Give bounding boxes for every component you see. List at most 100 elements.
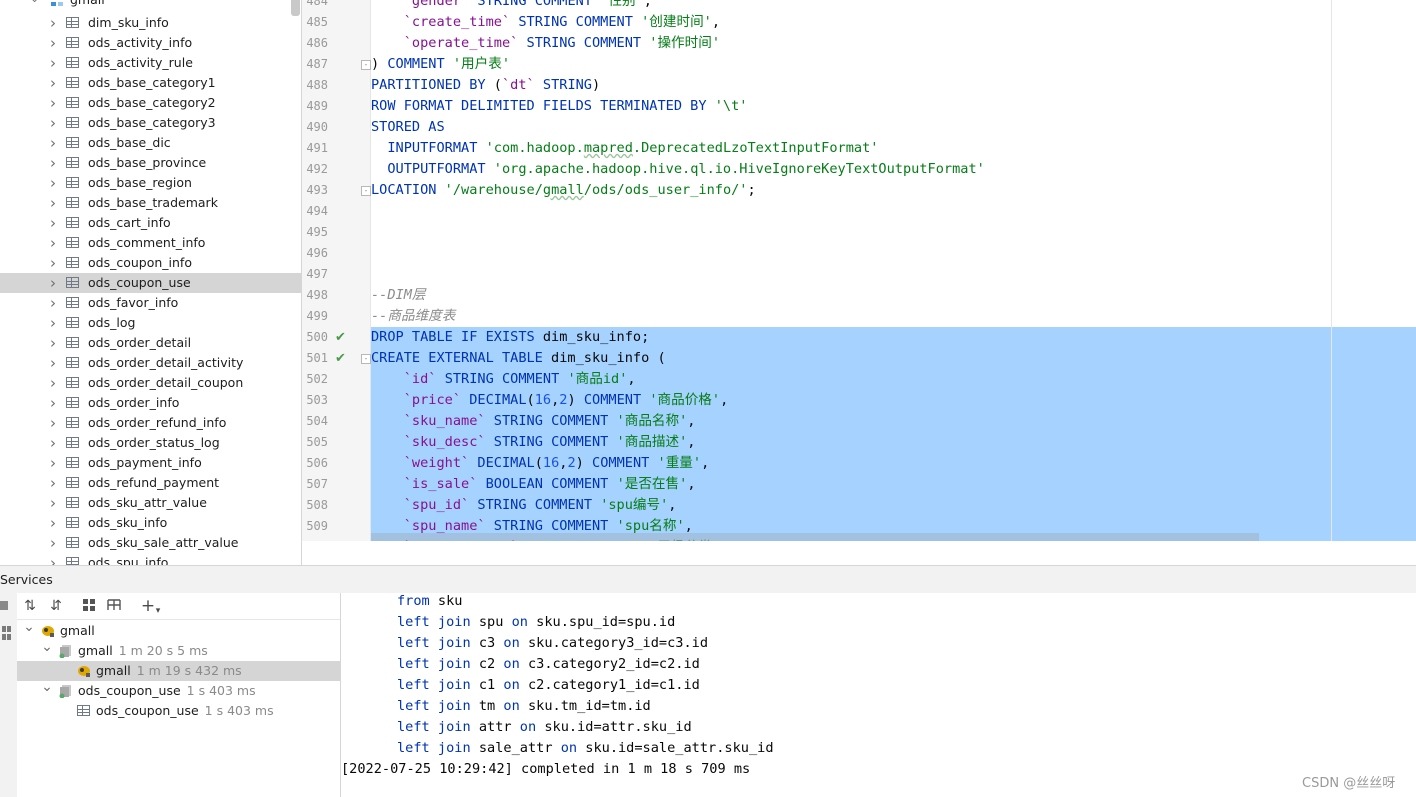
service-item[interactable]: gmall 1 m 19 s 432 ms [17,661,340,681]
chevron-down-icon[interactable]: ▾ [150,603,166,619]
tree-item[interactable]: › ods_refund_payment [0,473,301,493]
chevron-down-icon[interactable]: ⌄ [30,0,39,5]
code-line[interactable] [371,243,1416,264]
code-line[interactable]: `id` STRING COMMENT '商品id', [371,369,1416,390]
chevron-right-icon[interactable]: › [47,133,59,153]
tree-item[interactable]: › ods_order_detail [0,333,301,353]
expand-all-icon[interactable]: ⇅ [22,598,38,614]
chevron-right-icon[interactable]: › [47,433,59,453]
tree-item[interactable]: › ods_base_trademark [0,193,301,213]
tree-item[interactable]: › ods_coupon_use [0,273,301,293]
tree-item[interactable]: › ods_order_refund_info [0,413,301,433]
tree-item[interactable]: › dim_sku_info [0,13,301,33]
chevron-right-icon[interactable]: › [47,13,59,33]
code-line[interactable]: `create_time` STRING COMMENT '创建时间', [371,12,1416,33]
fold-marker-icon[interactable]: - [361,186,371,196]
tree-item[interactable]: › ods_base_province [0,153,301,173]
chevron-right-icon[interactable]: › [47,193,59,213]
code-line[interactable]: OUTPUTFORMAT 'org.apache.hadoop.hive.ql.… [371,159,1416,180]
chevron-right-icon[interactable]: › [47,453,59,473]
sql-editor[interactable]: 484 485 486 487 488 489 490 491 492 493 494 495 496 4… [302,0,1416,541]
code-line[interactable]: --商品维度表 [371,306,1416,327]
tree-item[interactable]: › ods_base_region [0,173,301,193]
chevron-right-icon[interactable]: › [47,93,59,113]
code-line[interactable] [371,222,1416,243]
chevron-right-icon[interactable]: › [47,393,59,413]
group-by-icon[interactable] [81,598,97,614]
tree-item[interactable]: › ods_coupon_info [0,253,301,273]
chevron-right-icon[interactable]: › [47,533,59,553]
code-line[interactable]: PARTITIONED BY (`dt` STRING) [371,75,1416,96]
code-line[interactable]: `weight` DECIMAL(16,2) COMMENT '重量', [371,453,1416,474]
code-line[interactable] [371,201,1416,222]
fold-marker-icon[interactable]: - [361,60,371,70]
chevron-down-icon[interactable]: ⌄ [41,640,53,654]
service-item[interactable]: ⌄ gmall [17,620,340,641]
chevron-right-icon[interactable]: › [47,293,59,313]
code-line[interactable]: `spu_id` STRING COMMENT 'spu编号', [371,495,1416,516]
chevron-right-icon[interactable]: › [47,493,59,513]
tree-item[interactable]: › ods_base_category1 [0,73,301,93]
tree-item[interactable]: › ods_order_detail_activity [0,353,301,373]
tree-item[interactable]: › ods_sku_sale_attr_value [0,533,301,553]
service-item[interactable]: ⌄ gmall 1 m 20 s 5 ms [17,640,340,661]
chevron-right-icon[interactable]: › [47,373,59,393]
tree-item[interactable]: › ods_base_dic [0,133,301,153]
chevron-right-icon[interactable]: › [47,153,59,173]
tree-item[interactable]: › ods_payment_info [0,453,301,473]
tree-item[interactable]: › ods_sku_attr_value [0,493,301,513]
code-line[interactable]: LOCATION '/warehouse/gmall/ods/ods_user_… [371,180,1416,201]
tree-item[interactable]: › ods_order_info [0,393,301,413]
code-line[interactable]: ROW FORMAT DELIMITED FIELDS TERMINATED B… [371,96,1416,117]
tree-scrollbar[interactable] [291,0,300,16]
chevron-right-icon[interactable]: › [47,353,59,373]
tree-item[interactable]: › ods_favor_info [0,293,301,313]
chevron-right-icon[interactable]: › [47,413,59,433]
chevron-right-icon[interactable]: › [47,173,59,193]
chevron-right-icon[interactable]: › [47,33,59,53]
code-line[interactable] [371,264,1416,285]
code-line[interactable]: `sku_name` STRING COMMENT '商品名称', [371,411,1416,432]
tree-root-row[interactable]: ⌄ gmall [0,0,301,10]
chevron-right-icon[interactable]: › [47,553,59,565]
code-line[interactable]: ) COMMENT '用户表' [371,54,1416,75]
chevron-right-icon[interactable]: › [47,473,59,493]
fold-marker-icon[interactable]: - [361,354,371,364]
code-line[interactable]: `is_sale` BOOLEAN COMMENT '是否在售', [371,474,1416,495]
code-line[interactable]: CREATE EXTERNAL TABLE dim_sku_info ( [371,348,1416,369]
tree-item[interactable]: › ods_order_status_log [0,433,301,453]
service-item[interactable]: ⌄ ods_coupon_use 1 s 403 ms [17,680,340,701]
code-line[interactable]: `operate_time` STRING COMMENT '操作时间' [371,33,1416,54]
chevron-down-icon[interactable]: ⌄ [23,620,35,634]
editor-horizontal-scrollbar[interactable] [371,533,1259,541]
chevron-right-icon[interactable]: › [47,213,59,233]
tree-item[interactable]: › ods_activity_info [0,33,301,53]
code-line[interactable]: `gender` STRING COMMENT '性别', [371,0,1416,12]
code-line[interactable]: `sku_desc` STRING COMMENT '商品描述', [371,432,1416,453]
filter-icon[interactable] [106,598,122,614]
chevron-right-icon[interactable]: › [47,333,59,353]
collapse-all-icon[interactable]: ⇵ [48,598,64,614]
tree-item[interactable]: › ods_base_category3 [0,113,301,133]
chevron-right-icon[interactable]: › [47,113,59,133]
service-item[interactable]: ods_coupon_use 1 s 403 ms [17,701,340,721]
code-line[interactable]: STORED AS [371,117,1416,138]
chevron-right-icon[interactable]: › [47,273,59,293]
tree-item[interactable]: › ods_sku_info [0,513,301,533]
chevron-down-icon[interactable]: ⌄ [41,680,53,694]
chevron-right-icon[interactable]: › [47,233,59,253]
code-line[interactable]: `price` DECIMAL(16,2) COMMENT '商品价格', [371,390,1416,411]
layout-icon[interactable] [2,625,12,640]
code-line[interactable]: INPUTFORMAT 'com.hadoop.mapred.Deprecate… [371,138,1416,159]
chevron-right-icon[interactable]: › [47,313,59,333]
tree-item[interactable]: › ods_comment_info [0,233,301,253]
code-line[interactable]: --DIM层 [371,285,1416,306]
stop-icon[interactable] [0,601,8,610]
tree-item[interactable]: › ods_base_category2 [0,93,301,113]
code-line[interactable]: DROP TABLE IF EXISTS dim_sku_info; [371,327,1416,348]
chevron-right-icon[interactable]: › [47,513,59,533]
tree-item[interactable]: › ods_log [0,313,301,333]
tree-item[interactable]: › ods_cart_info [0,213,301,233]
tree-item[interactable]: › ods_order_detail_coupon [0,373,301,393]
chevron-right-icon[interactable]: › [47,253,59,273]
